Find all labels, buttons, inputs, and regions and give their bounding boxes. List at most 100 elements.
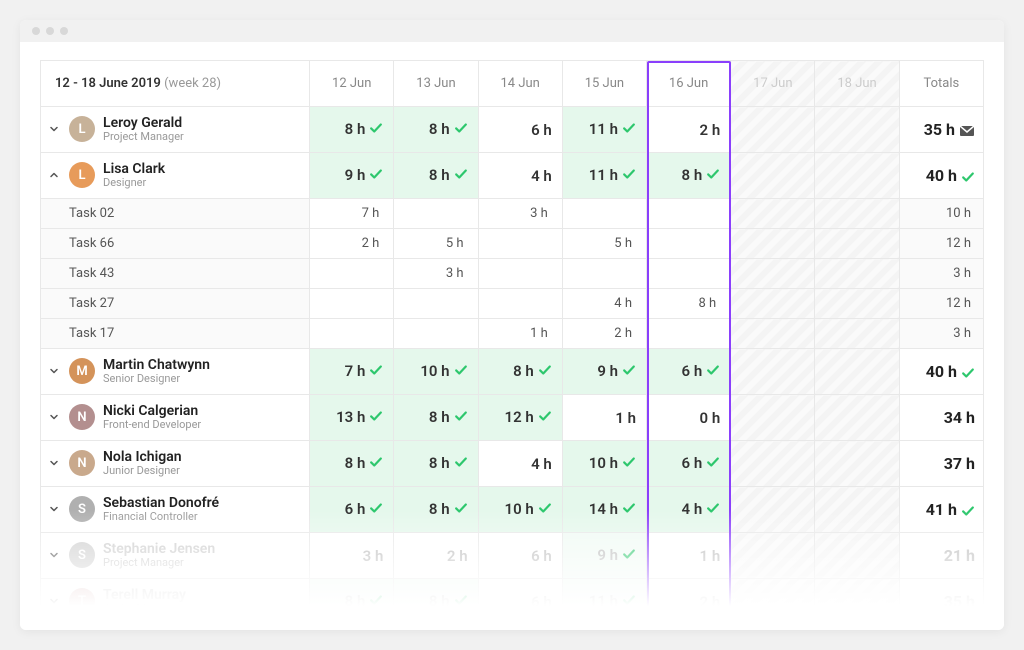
task-hours-cell[interactable]: [310, 259, 394, 289]
hours-cell[interactable]: 4 h: [478, 441, 562, 487]
task-hours-cell[interactable]: [310, 319, 394, 349]
hours-cell[interactable]: 8 h: [394, 579, 478, 625]
task-name-cell[interactable]: Task 43: [41, 259, 310, 289]
day-header[interactable]: 15 Jun: [562, 61, 646, 107]
day-header[interactable]: 18 Jun: [815, 61, 899, 107]
person-cell[interactable]: SStephanie JensenProject Manager: [41, 533, 310, 579]
hours-cell[interactable]: 4 h: [647, 487, 731, 533]
hours-cell[interactable]: 1 h: [562, 395, 646, 441]
hours-cell[interactable]: 6 h: [647, 441, 731, 487]
task-hours-cell[interactable]: 3 h: [478, 199, 562, 229]
hours-cell[interactable]: 6 h: [647, 349, 731, 395]
day-header[interactable]: 12 Jun: [310, 61, 394, 107]
day-header[interactable]: 17 Jun: [731, 61, 815, 107]
hours-cell[interactable]: 8 h: [310, 441, 394, 487]
task-hours-cell[interactable]: [478, 289, 562, 319]
day-header[interactable]: 13 Jun: [394, 61, 478, 107]
date-range-header[interactable]: 12 - 18 June 2019 (week 28): [41, 61, 310, 107]
total-value: 37 h: [944, 454, 975, 473]
hours-cell[interactable]: 6 h: [478, 107, 562, 153]
person-cell[interactable]: SSebastian DonofréFinancial Controller: [41, 487, 310, 533]
task-hours-cell[interactable]: [310, 289, 394, 319]
person-name: Leroy Gerald: [103, 115, 184, 131]
hours-cell[interactable]: 1 h: [647, 533, 731, 579]
chevron-down-icon[interactable]: [47, 410, 61, 424]
task-hours-cell[interactable]: 4 h: [562, 289, 646, 319]
day-header[interactable]: 14 Jun: [478, 61, 562, 107]
task-hours-cell[interactable]: 2 h: [562, 319, 646, 349]
hours-value: 7 h: [345, 362, 366, 380]
hours-cell[interactable]: 2 h: [394, 533, 478, 579]
hours-cell[interactable]: 10 h: [478, 487, 562, 533]
task-hours-cell[interactable]: [647, 229, 731, 259]
total-cell: 21 h: [899, 533, 983, 579]
hours-cell[interactable]: 8 h: [394, 107, 478, 153]
task-hours-cell[interactable]: [478, 259, 562, 289]
hours-cell[interactable]: 4 h: [478, 153, 562, 199]
task-name-cell[interactable]: Task 17: [41, 319, 310, 349]
hours-cell[interactable]: 8 h: [394, 441, 478, 487]
hours-cell[interactable]: 8 h: [478, 349, 562, 395]
task-hours-cell[interactable]: [562, 259, 646, 289]
hours-cell[interactable]: 3 h: [310, 533, 394, 579]
task-hours-cell[interactable]: [647, 199, 731, 229]
task-hours-cell[interactable]: [647, 319, 731, 349]
chevron-down-icon[interactable]: [47, 456, 61, 470]
hours-cell[interactable]: 2 h: [647, 107, 731, 153]
hours-cell[interactable]: 8 h: [394, 153, 478, 199]
task-hours-cell[interactable]: [394, 199, 478, 229]
hours-value: 6 h: [682, 362, 703, 380]
task-hours-cell[interactable]: 8 h: [647, 289, 731, 319]
hours-cell[interactable]: 13 h: [310, 395, 394, 441]
person-cell[interactable]: NNicki CalgerianFront-end Developer: [41, 395, 310, 441]
task-name-cell[interactable]: Task 66: [41, 229, 310, 259]
task-hours-cell[interactable]: [478, 229, 562, 259]
hours-cell[interactable]: 9 h: [562, 349, 646, 395]
hours-cell[interactable]: 11 h: [562, 579, 646, 625]
hours-cell[interactable]: 10 h: [394, 349, 478, 395]
hours-cell[interactable]: 11 h: [562, 153, 646, 199]
task-hours-cell[interactable]: 2 h: [310, 229, 394, 259]
person-cell[interactable]: TTerell MurrayJunior Manager: [41, 579, 310, 625]
task-hours-cell[interactable]: 5 h: [394, 229, 478, 259]
task-hours-cell[interactable]: [562, 199, 646, 229]
chevron-down-icon[interactable]: [47, 594, 61, 608]
person-cell[interactable]: LLeroy GeraldProject Manager: [41, 107, 310, 153]
chevron-down-icon[interactable]: [47, 548, 61, 562]
hours-cell[interactable]: 6 h: [310, 487, 394, 533]
task-hours-cell[interactable]: [394, 319, 478, 349]
person-cell[interactable]: MMartin ChatwynnSenior Designer: [41, 349, 310, 395]
task-hours-cell[interactable]: 3 h: [394, 259, 478, 289]
chevron-down-icon[interactable]: [47, 502, 61, 516]
hours-cell[interactable]: 2 h: [647, 579, 731, 625]
task-hours-cell[interactable]: [394, 289, 478, 319]
hours-cell[interactable]: 8 h: [394, 487, 478, 533]
task-hours-cell[interactable]: 7 h: [310, 199, 394, 229]
hours-cell[interactable]: 6 h: [478, 533, 562, 579]
chevron-up-icon[interactable]: [47, 168, 61, 182]
task-hours-cell[interactable]: 5 h: [562, 229, 646, 259]
day-header[interactable]: 16 Jun: [647, 61, 731, 107]
hours-cell[interactable]: 11 h: [562, 107, 646, 153]
person-cell[interactable]: LLisa ClarkDesigner: [41, 153, 310, 199]
mail-icon[interactable]: [959, 125, 975, 137]
hours-cell[interactable]: 6 h: [478, 579, 562, 625]
hours-cell[interactable]: 8 h: [647, 153, 731, 199]
hours-cell[interactable]: 0 h: [647, 395, 731, 441]
task-hours-cell[interactable]: [647, 259, 731, 289]
hours-cell[interactable]: 12 h: [478, 395, 562, 441]
task-name-cell[interactable]: Task 02: [41, 199, 310, 229]
hours-cell[interactable]: 8 h: [310, 579, 394, 625]
hours-cell[interactable]: 8 h: [394, 395, 478, 441]
hours-cell[interactable]: 7 h: [310, 349, 394, 395]
chevron-down-icon[interactable]: [47, 364, 61, 378]
person-cell[interactable]: NNola IchiganJunior Designer: [41, 441, 310, 487]
chevron-down-icon[interactable]: [47, 122, 61, 136]
task-name-cell[interactable]: Task 27: [41, 289, 310, 319]
hours-cell[interactable]: 10 h: [562, 441, 646, 487]
hours-cell[interactable]: 14 h: [562, 487, 646, 533]
task-hours-cell[interactable]: 1 h: [478, 319, 562, 349]
hours-cell[interactable]: 9 h: [562, 533, 646, 579]
hours-cell[interactable]: 8 h: [310, 107, 394, 153]
hours-cell[interactable]: 9 h: [310, 153, 394, 199]
